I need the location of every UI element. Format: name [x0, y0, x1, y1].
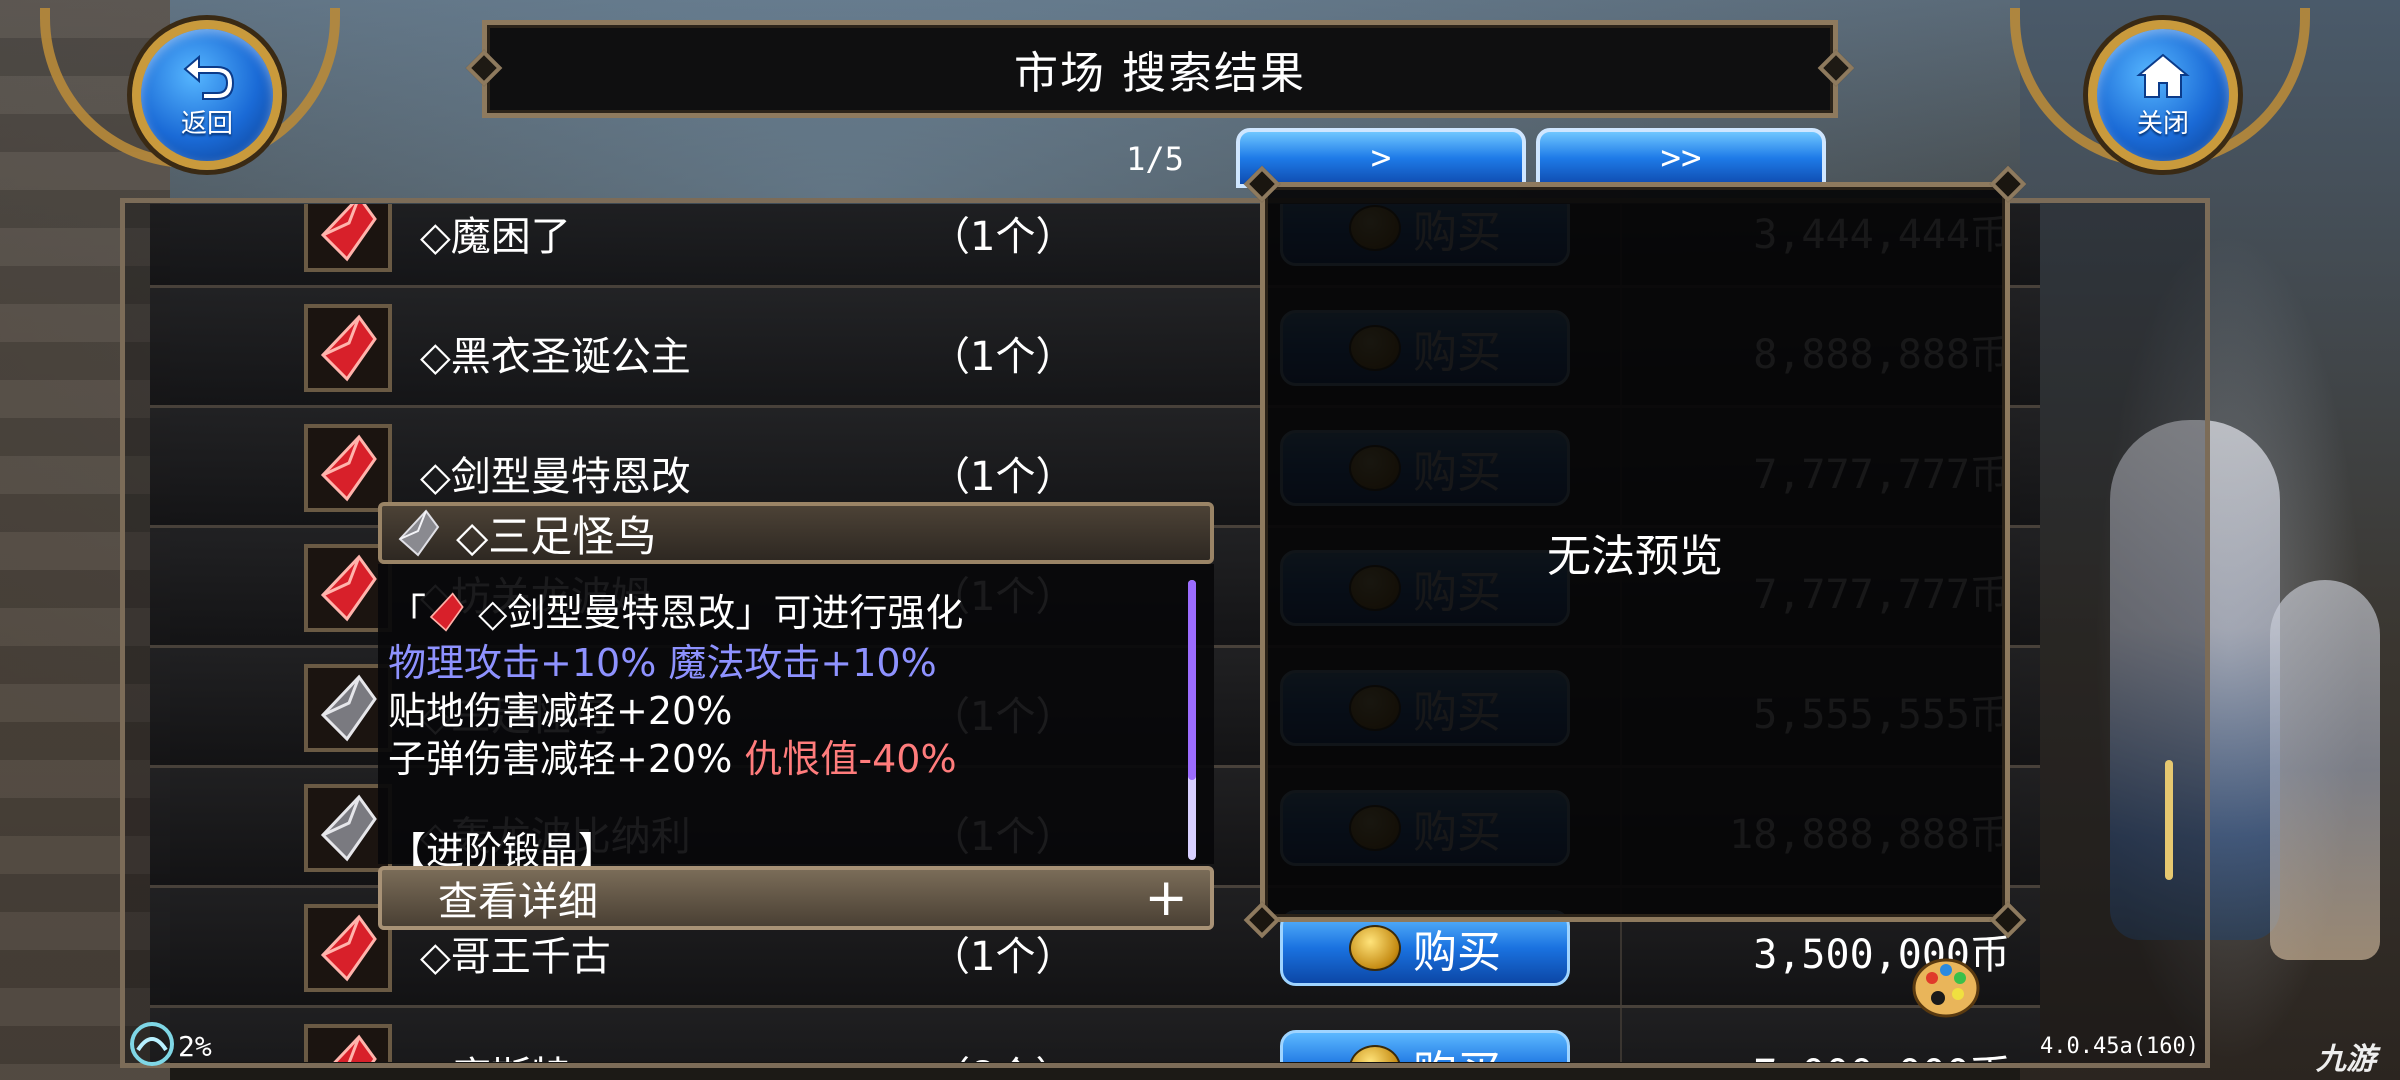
close-corner-frame: 关闭 — [1990, 0, 2320, 190]
tooltip-attack-line: 物理攻击+10% 魔法攻击+10% — [388, 632, 937, 687]
gem-icon — [320, 314, 377, 382]
buy-button[interactable]: 购买 — [1280, 1030, 1570, 1062]
gem-icon — [333, 1034, 377, 1062]
coin-icon — [1349, 1045, 1401, 1062]
item-quantity: （8个） — [930, 1044, 1130, 1062]
item-name: ◇黑衣圣诞公主 — [420, 334, 691, 380]
item-quantity: （1个） — [930, 214, 1076, 260]
item-name: ◇哥王千古 — [420, 934, 611, 980]
home-icon — [2136, 53, 2190, 98]
gem-icon — [320, 204, 377, 262]
item-name: ◇剑型曼特恩改 — [420, 454, 691, 500]
item-tooltip-header: ◇三足怪鸟 — [378, 502, 1214, 564]
gem-icon — [320, 794, 377, 862]
preview-unavailable-text: 无法预览 — [1547, 531, 1723, 582]
return-arrow-icon — [183, 54, 235, 100]
page-indicator: 1/5 — [1126, 140, 1184, 178]
preview-panel: 无法预览 — [1243, 165, 2027, 939]
stat-physical-attack: 物理攻击+10% — [388, 641, 657, 685]
gem-icon — [426, 592, 466, 632]
tooltip-bullet-line: 子弹伤害减轻+20% 仇恨值-40% — [388, 728, 957, 783]
item-quantity: （1个） — [930, 934, 1076, 980]
signal-percent: 2% — [178, 1030, 212, 1063]
next-page-button[interactable]: > — [1236, 128, 1526, 188]
view-details-label: 查看详细 — [438, 879, 598, 925]
stat-ground-damage: 贴地伤害减轻+20% — [388, 689, 733, 733]
item-slot[interactable] — [304, 204, 392, 272]
item-tooltip-body: 「 ◇剑型曼特恩改」可进行强化 物理攻击+10% 魔法攻击+10% 贴地伤害减轻… — [378, 564, 1214, 873]
last-page-button[interactable]: >> — [1536, 128, 1826, 188]
title-ornament-left — [465, 49, 503, 87]
buy-label: 购买 — [1413, 1036, 1501, 1062]
list-item[interactable]: ◇库斯特 （8个） 购买 7,000,000币 — [150, 1008, 2040, 1062]
title-ornament-right — [1817, 49, 1855, 87]
item-slot[interactable] — [304, 1024, 392, 1062]
plus-icon: + — [1144, 868, 1188, 928]
page-title: 市场 搜索结果 — [1014, 48, 1306, 99]
tooltip-enhance-line: 「 ◇剑型曼特恩改」可进行强化 — [388, 582, 963, 637]
item-quantity: （1个） — [930, 334, 1076, 380]
back-corner-frame: 返回 — [40, 0, 370, 190]
tooltip-enhance-text: ◇剑型曼特恩改」可进行强化 — [466, 591, 964, 635]
gem-icon — [320, 674, 377, 742]
gem-icon — [394, 509, 442, 557]
item-name: ◇库斯特 — [420, 1044, 571, 1062]
buy-label: 购买 — [1413, 927, 1501, 978]
palette-icon[interactable] — [1910, 952, 1982, 1024]
back-label: 返回 — [180, 108, 233, 139]
close-label: 关闭 — [2136, 108, 2189, 139]
title-bar: 市场 搜索结果 — [465, 20, 1855, 118]
item-name: ◇魔困了 — [420, 214, 571, 260]
tooltip-scrollbar[interactable] — [1188, 580, 1196, 860]
stat-hate: 仇恨值-40% — [744, 737, 957, 781]
tooltip-bracket: 「 — [388, 591, 427, 635]
item-tooltip-title: ◇三足怪鸟 — [456, 511, 657, 561]
list-scrollbar[interactable] — [2165, 760, 2173, 880]
stat-bullet-damage: 子弹伤害减轻+20% — [388, 737, 733, 781]
gem-icon — [320, 434, 377, 502]
gem-icon — [320, 554, 377, 622]
item-slot[interactable] — [304, 424, 392, 512]
gem-icon — [320, 914, 377, 982]
close-button[interactable]: 关闭 — [2088, 20, 2238, 170]
item-price: 7,000,000币 — [1590, 1042, 2010, 1062]
background-character-small — [2270, 580, 2380, 960]
signal-icon — [130, 1022, 174, 1066]
item-slot[interactable] — [304, 304, 392, 392]
watermark: 九游 — [2316, 1042, 2376, 1077]
coin-icon — [1349, 925, 1401, 971]
version-label: 4.0.45a(160) — [2040, 1034, 2199, 1059]
tooltip-scroll-thumb[interactable] — [1188, 580, 1196, 780]
item-quantity: （1个） — [930, 454, 1076, 500]
back-button[interactable]: 返回 — [132, 20, 282, 170]
view-details-button[interactable]: 查看详细 + — [378, 866, 1214, 930]
stat-magic-attack: 魔法攻击+10% — [668, 641, 937, 685]
